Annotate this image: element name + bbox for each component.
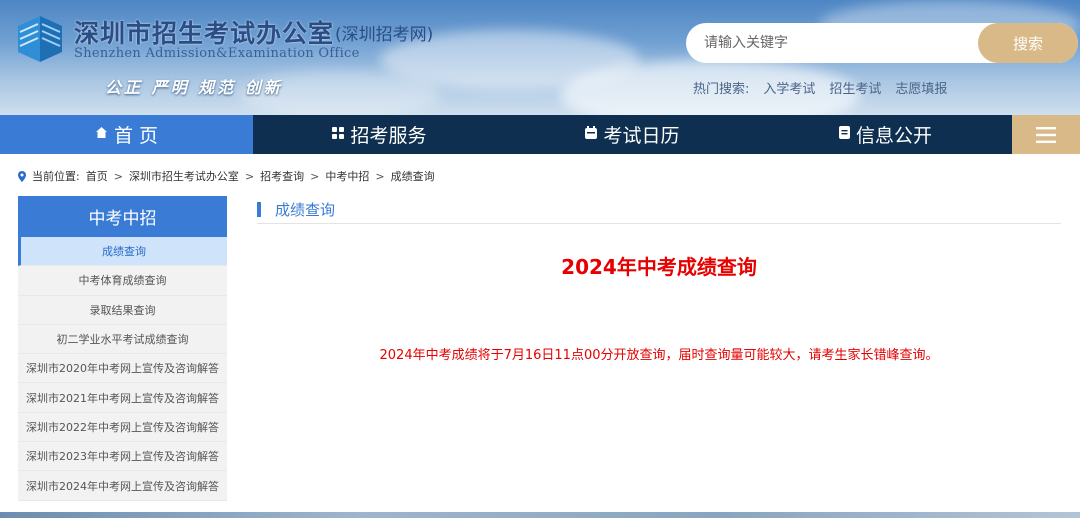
hot-search: 热门搜索: 入学考试 招生考试 志愿填报 bbox=[693, 78, 947, 97]
document-icon bbox=[838, 126, 850, 143]
nav-label: 信息公开 bbox=[855, 125, 932, 147]
breadcrumb-separator: > bbox=[310, 169, 320, 183]
location-pin-icon bbox=[18, 170, 26, 182]
sidebar: 中考中招 成绩查询 中考体育成绩查询 录取结果查询 初二学业水平考试成绩查询 深… bbox=[18, 196, 227, 501]
breadcrumb-item[interactable]: 中考中招 bbox=[325, 168, 369, 184]
hot-search-term[interactable]: 志愿填报 bbox=[895, 78, 947, 97]
breadcrumb-separator: > bbox=[375, 169, 385, 183]
sidebar-item-2020-qa[interactable]: 深圳市2020年中考网上宣传及咨询解答 bbox=[18, 354, 227, 384]
hamburger-menu-button[interactable] bbox=[1012, 115, 1080, 154]
header-banner: 深圳市招生考试办公室 (深圳招考网) Shenzhen Admission&Ex… bbox=[0, 0, 1080, 115]
site-slogan: 公正 严明 规范 创新 bbox=[105, 78, 283, 97]
nav-item-services[interactable]: 招考服务 bbox=[253, 115, 506, 154]
nav-item-home[interactable]: 首 页 bbox=[0, 115, 253, 154]
breadcrumb-item[interactable]: 招考查询 bbox=[260, 168, 304, 184]
sidebar-item-pe-score-query[interactable]: 中考体育成绩查询 bbox=[18, 266, 227, 296]
breadcrumb-separator: > bbox=[244, 169, 255, 183]
hot-search-term[interactable]: 招生考试 bbox=[829, 78, 881, 97]
hot-search-term[interactable]: 入学考试 bbox=[763, 78, 815, 97]
sidebar-item-2023-qa[interactable]: 深圳市2023年中考网上宣传及咨询解答 bbox=[18, 442, 227, 472]
breadcrumb-item[interactable]: 深圳市招生考试办公室 bbox=[129, 168, 239, 184]
site-title[interactable]: 深圳市招生考试办公室 bbox=[74, 14, 334, 50]
breadcrumb: 当前位置: 首页 > 深圳市招生考试办公室 > 招考查询 > 中考中招 > 成绩… bbox=[18, 168, 435, 184]
notice-text: 2024年中考成绩将于7月16日11点00分开放查询，届时查询量可能较大，请考生… bbox=[379, 348, 939, 363]
sidebar-item-2024-qa[interactable]: 深圳市2024年中考网上宣传及咨询解答 bbox=[18, 471, 227, 501]
site-subtitle: (深圳招考网) bbox=[335, 25, 434, 45]
main-nav: 首 页 招考服务 考试日历 信息公开 bbox=[0, 115, 1080, 154]
footer-image-strip bbox=[0, 512, 1080, 518]
site-title-english: Shenzhen Admission&Examination Office bbox=[74, 46, 360, 61]
breadcrumb-item[interactable]: 首页 bbox=[86, 168, 108, 184]
nav-label: 考试日历 bbox=[603, 125, 680, 147]
hot-search-label: 热门搜索: bbox=[693, 82, 750, 97]
sidebar-item-admission-result[interactable]: 录取结果查询 bbox=[18, 296, 227, 325]
section-label: 成绩查询 bbox=[275, 201, 336, 219]
sidebar-item-grade8-score[interactable]: 初二学业水平考试成绩查询 bbox=[18, 325, 227, 355]
nav-item-calendar[interactable]: 考试日历 bbox=[506, 115, 759, 154]
sidebar-item-2022-qa[interactable]: 深圳市2022年中考网上宣传及咨询解答 bbox=[18, 413, 227, 443]
section-accent-bar bbox=[257, 202, 261, 217]
breadcrumb-item[interactable]: 成绩查询 bbox=[391, 168, 435, 184]
nav-item-disclosure[interactable]: 信息公开 bbox=[759, 115, 1012, 154]
main-content: 成绩查询 2024年中考成绩查询 2024年中考成绩将于7月16日11点00分开… bbox=[257, 196, 1061, 363]
calendar-icon bbox=[585, 126, 598, 143]
building-logo-icon[interactable] bbox=[14, 12, 66, 68]
sidebar-item-score-query[interactable]: 成绩查询 bbox=[18, 237, 227, 267]
breadcrumb-separator: > bbox=[113, 169, 123, 183]
breadcrumb-prefix: 当前位置: bbox=[32, 170, 80, 183]
nav-label: 首 页 bbox=[113, 125, 159, 147]
sidebar-title: 中考中招 bbox=[18, 196, 227, 237]
section-header: 成绩查询 bbox=[257, 196, 1061, 224]
nav-label: 招考服务 bbox=[350, 125, 427, 147]
grid-icon bbox=[332, 126, 345, 143]
home-icon bbox=[95, 126, 108, 143]
sidebar-item-2021-qa[interactable]: 深圳市2021年中考网上宣传及咨询解答 bbox=[18, 383, 227, 413]
search-box: 搜索 bbox=[686, 23, 1078, 63]
sidebar-list: 成绩查询 中考体育成绩查询 录取结果查询 初二学业水平考试成绩查询 深圳市202… bbox=[18, 237, 227, 501]
page-title: 2024年中考成绩查询 bbox=[561, 255, 757, 279]
search-input[interactable] bbox=[686, 23, 978, 63]
search-button[interactable]: 搜索 bbox=[978, 23, 1078, 63]
hamburger-menu-icon bbox=[1036, 126, 1056, 143]
